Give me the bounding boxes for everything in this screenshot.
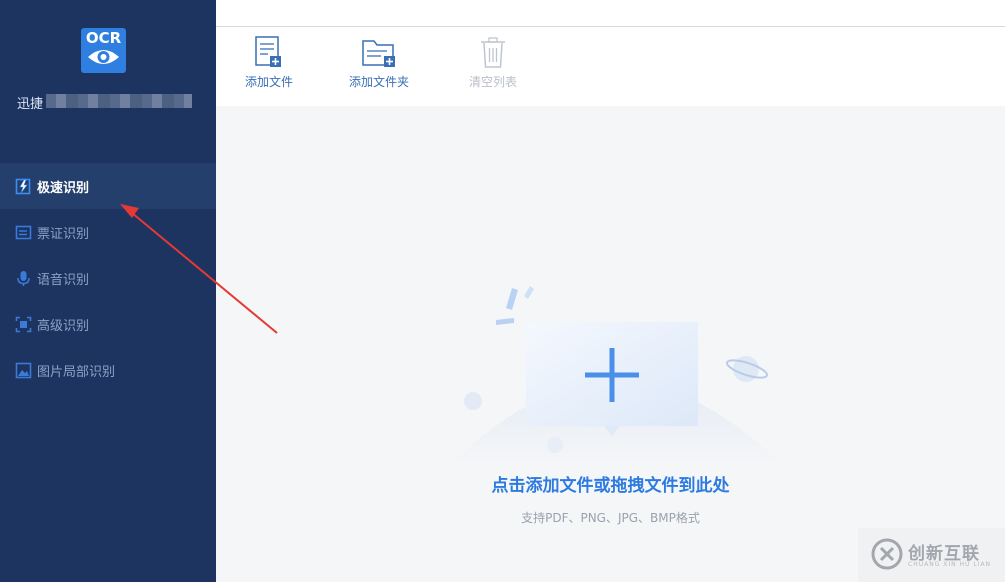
sidebar-item-label: 语音识别 [37, 272, 90, 288]
sidebar-item-label: 图片局部识别 [37, 364, 116, 380]
sidebar-item-label: 票证识别 [37, 226, 90, 242]
sidebar-item-label: 高级识别 [37, 318, 90, 334]
add-file-illustration [451, 286, 781, 464]
sidebar: OCR 迅捷 极速识别 票证识别 语音识别 高级识别 图片局部识别 [0, 0, 216, 582]
sidebar-item-label: 极速识别 [37, 180, 90, 196]
clear-list-label: 清空列表 [469, 75, 518, 89]
add-folder-label: 添加文件夹 [349, 75, 410, 89]
add-folder-icon [362, 40, 395, 67]
trash-icon [481, 37, 505, 68]
image-crop-icon [15, 362, 32, 379]
watermark-logo-icon [871, 538, 903, 570]
watermark-subtext: CHUANG XIN HU LIAN [908, 561, 992, 568]
app-name: 迅捷 [17, 97, 44, 112]
sidebar-item-partial-image-recognition[interactable]: 图片局部识别 [0, 347, 216, 393]
toolbar: 添加文件 添加文件夹 清空列表 [216, 27, 1005, 106]
blurred-app-name [46, 94, 192, 108]
sidebar-item-advanced-recognition[interactable]: 高级识别 [0, 301, 216, 347]
sidebar-nav: 极速识别 票证识别 语音识别 高级识别 图片局部识别 [0, 163, 216, 393]
card-icon [15, 224, 32, 241]
lightning-doc-icon [15, 178, 32, 195]
logo-text: OCR [85, 29, 122, 47]
sidebar-item-voice-recognition[interactable]: 语音识别 [0, 255, 216, 301]
add-folder-button[interactable]: 添加文件夹 [349, 37, 409, 90]
scan-frame-icon [15, 316, 32, 333]
microphone-icon [15, 270, 32, 287]
sidebar-item-ticket-recognition[interactable]: 票证识别 [0, 209, 216, 255]
add-file-button[interactable]: 添加文件 [245, 35, 293, 90]
title-bar [216, 0, 1005, 27]
drop-hint: 点击添加文件或拖拽文件到此处 [491, 476, 730, 496]
add-file-icon [255, 36, 281, 67]
watermark: 创新互联 CHUANG XIN HU LIAN [858, 528, 1005, 582]
main-panel: 添加文件 添加文件夹 清空列表 点击添加文件或拖拽文件到此处 支持PDF、PNG… [216, 0, 1005, 582]
file-drop-zone[interactable]: 点击添加文件或拖拽文件到此处 支持PDF、PNG、JPG、BMP格式 [216, 106, 1005, 582]
supported-formats: 支持PDF、PNG、JPG、BMP格式 [521, 511, 700, 525]
ocr-logo: OCR [81, 28, 126, 73]
eye-icon [88, 50, 119, 64]
clear-list-button[interactable]: 清空列表 [469, 37, 517, 90]
add-file-label: 添加文件 [245, 75, 294, 89]
sidebar-item-fast-recognition[interactable]: 极速识别 [0, 163, 216, 209]
